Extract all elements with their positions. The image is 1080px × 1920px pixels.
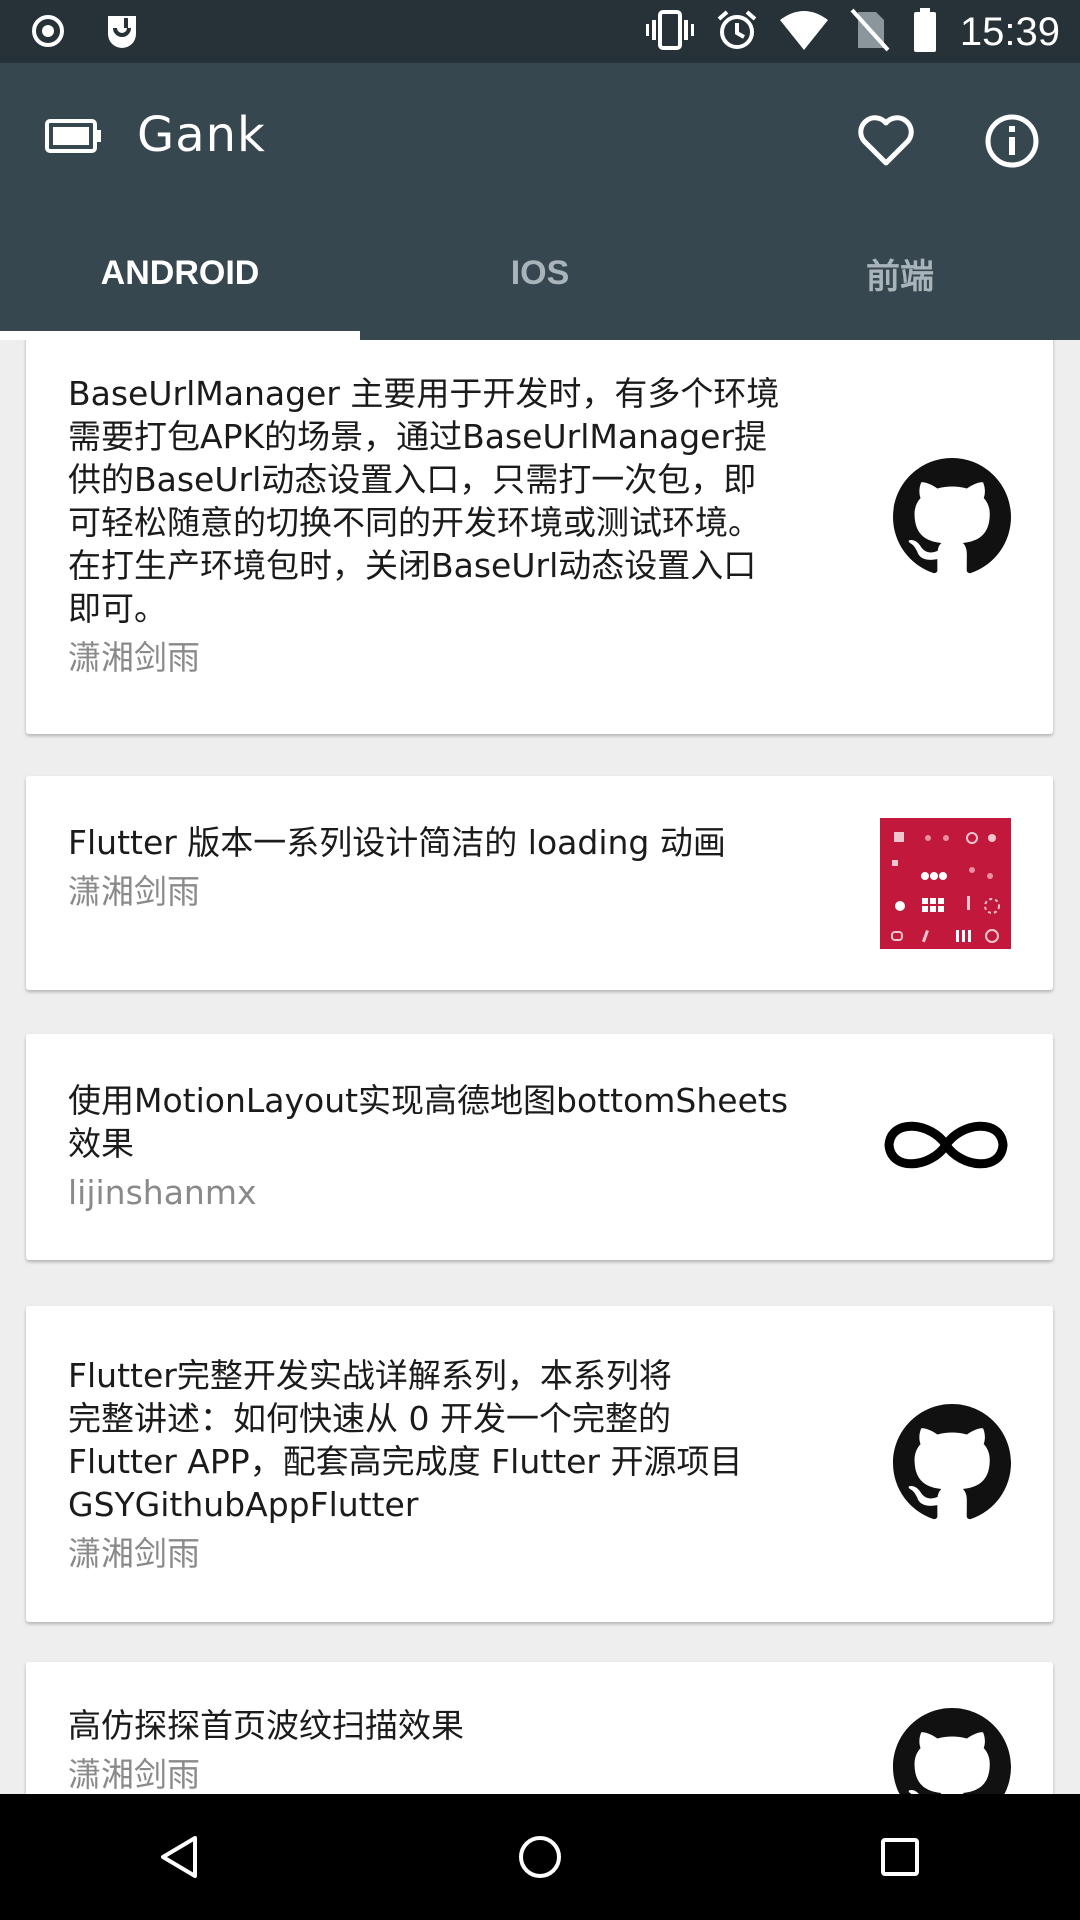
- item-description: Flutter完整开发实战详解系列，本系列将 完整讲述：如何快速从 0 开发一个…: [68, 1356, 743, 1524]
- recents-icon: [881, 1838, 919, 1876]
- alarm-icon: [716, 9, 758, 55]
- recents-button[interactable]: [840, 1807, 960, 1907]
- list-item[interactable]: 高仿探探首页波纹扫描效果 潇湘剑雨: [26, 1662, 1053, 1794]
- status-bar: 15:39: [0, 0, 1080, 63]
- item-author: 潇湘剑雨: [68, 872, 200, 911]
- list-item[interactable]: BaseUrlManager 主要用于开发时，有多个环境 需要打包APK的场景，…: [26, 340, 1053, 734]
- item-description: 使用MotionLayout实现高德地图bottomSheets 效果: [68, 1081, 789, 1163]
- vibrate-icon: [645, 8, 694, 56]
- app-bar: Gank ANDROID IOS 前端: [0, 63, 1080, 340]
- item-description: BaseUrlManager 主要用于开发时，有多个环境 需要打包APK的场景，…: [68, 374, 780, 628]
- github-icon: [893, 458, 1011, 580]
- home-button[interactable]: [480, 1807, 600, 1907]
- app-title: Gank: [137, 107, 266, 163]
- system-nav-bar: [0, 1794, 1080, 1920]
- item-description: 高仿探探首页波纹扫描效果: [68, 1706, 464, 1745]
- info-icon: [985, 114, 1039, 168]
- github-icon: [893, 1404, 1011, 1526]
- list-item[interactable]: Flutter 版本一系列设计简洁的 loading 动画 潇湘剑雨: [26, 776, 1053, 990]
- wifi-icon: [779, 10, 828, 54]
- info-button[interactable]: [974, 103, 1050, 179]
- clock: 15:39: [959, 9, 1060, 54]
- battery-icon: [912, 8, 938, 56]
- tab-bar: ANDROID IOS 前端: [0, 206, 1080, 340]
- item-author: 潇湘剑雨: [68, 1534, 200, 1573]
- loading-preview-image: [880, 818, 1011, 953]
- home-icon: [519, 1836, 561, 1878]
- item-description: Flutter 版本一系列设计简洁的 loading 动画: [68, 823, 726, 862]
- favorite-button[interactable]: [848, 103, 924, 179]
- article-list[interactable]: BaseUrlManager 主要用于开发时，有多个环境 需要打包APK的场景，…: [0, 340, 1080, 1794]
- app-notification-icon: [104, 12, 140, 54]
- list-item[interactable]: 使用MotionLayout实现高德地图bottomSheets 效果 liji…: [26, 1034, 1053, 1260]
- no-sim-icon: [850, 8, 890, 56]
- back-button[interactable]: [120, 1807, 240, 1907]
- battery-outline-icon[interactable]: [45, 119, 103, 157]
- record-icon: [30, 13, 66, 53]
- heart-icon: [858, 115, 914, 166]
- github-icon: [893, 1708, 1011, 1794]
- tab-android[interactable]: ANDROID: [0, 206, 360, 340]
- back-icon: [161, 1836, 197, 1878]
- item-author: lijinshanmx: [68, 1173, 257, 1212]
- item-author: 潇湘剑雨: [68, 638, 200, 677]
- tab-ios[interactable]: IOS: [360, 206, 720, 340]
- tab-frontend[interactable]: 前端: [720, 206, 1080, 340]
- infinity-icon: [881, 1110, 1011, 1184]
- item-author: 潇湘剑雨: [68, 1755, 200, 1794]
- list-item[interactable]: Flutter完整开发实战详解系列，本系列将 完整讲述：如何快速从 0 开发一个…: [26, 1306, 1053, 1622]
